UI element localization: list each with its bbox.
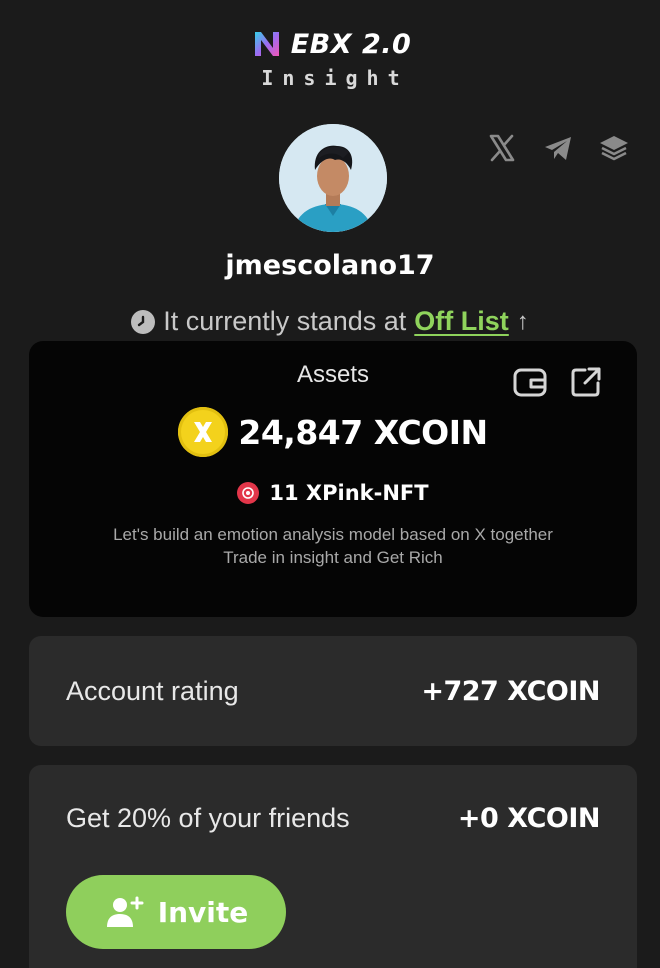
external-link-icon[interactable] [567, 363, 605, 401]
invite-button[interactable]: Invite [66, 875, 286, 949]
username: jmescolano17 [225, 250, 435, 281]
brand-title: EBX 2.0 [290, 28, 412, 60]
telegram-icon[interactable] [540, 130, 576, 166]
clock-icon [131, 309, 156, 334]
nft-row: 11 XPink-NFT [29, 481, 637, 505]
avatar[interactable] [279, 124, 387, 232]
tagline: Let's build an emotion analysis model ba… [29, 523, 637, 569]
account-rating-label: Account rating [66, 676, 239, 706]
standing-line: It currently stands at Off List ↑ [0, 306, 660, 337]
referral-card: Get 20% of your friends +0 XCOIN Invite [29, 765, 637, 968]
xcoin-balance: 24,847 XCOIN [238, 412, 488, 452]
referral-value: +0 XCOIN [457, 803, 601, 834]
account-rating-value: +727 XCOIN [421, 676, 600, 707]
invite-label: Invite [157, 895, 249, 929]
account-rating-card: Account rating +727 XCOIN [29, 636, 637, 746]
balance-row: 24,847 XCOIN [29, 407, 637, 457]
add-user-icon [106, 896, 144, 927]
avatar-image [279, 124, 387, 232]
social-links [484, 130, 632, 166]
arrow-up-icon: ↑ [516, 307, 529, 335]
wallet-icon[interactable] [511, 363, 549, 401]
xcoin-icon [178, 407, 229, 457]
tagline-line-2: Trade in insight and Get Rich [223, 548, 443, 567]
referral-label: Get 20% of your friends [66, 803, 350, 833]
brand-mark-icon [254, 32, 279, 56]
brand-logo: EBX 2.0 Insight [0, 26, 660, 90]
assets-card: Assets 24,847 XCOIN 11 XPink-NFT Let's b… [29, 341, 637, 617]
page: EBX 2.0 Insight jmescolano17 It currentl… [0, 0, 660, 968]
standing-status-link[interactable]: Off List [414, 306, 509, 337]
assets-actions [511, 363, 605, 401]
nft-icon [237, 482, 260, 504]
logo-row: EBX 2.0 [249, 26, 412, 62]
standing-prefix: It currently stands at [163, 306, 407, 336]
layers-icon[interactable] [596, 130, 632, 166]
nft-count: 11 XPink-NFT [269, 481, 429, 505]
brand-subtitle: Insight [261, 66, 409, 90]
x-icon[interactable] [484, 130, 520, 166]
tagline-line-1: Let's build an emotion analysis model ba… [113, 525, 553, 544]
